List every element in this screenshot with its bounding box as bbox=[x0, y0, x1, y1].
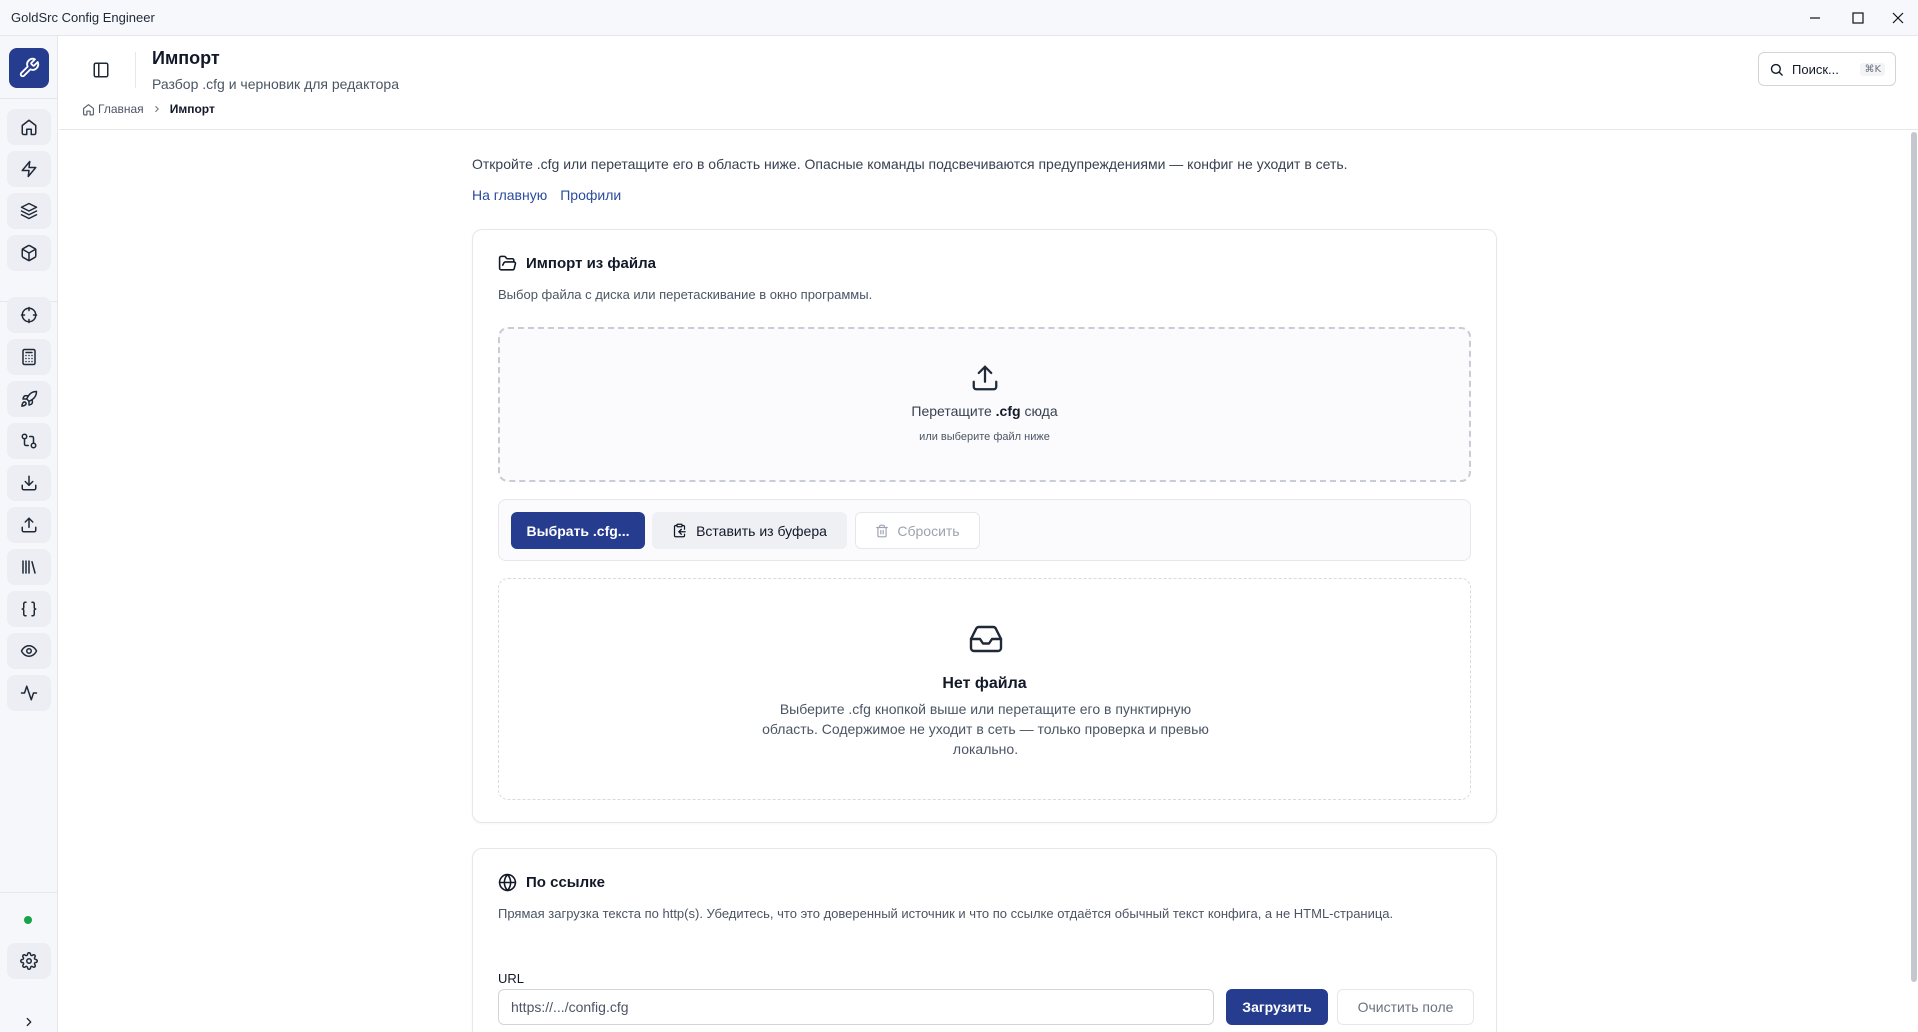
breadcrumb-current: Импорт bbox=[169, 102, 215, 116]
load-url-button[interactable]: Загрузить bbox=[1226, 989, 1328, 1025]
url-import-heading: По ссылке bbox=[498, 873, 605, 892]
dropzone-extension: .cfg bbox=[995, 403, 1021, 419]
quick-links: На главную Профили bbox=[472, 187, 621, 203]
search-icon bbox=[1770, 63, 1783, 76]
reset-button[interactable]: Сбросить bbox=[855, 512, 980, 549]
url-import-description: Прямая загрузка текста по http(s). Убеди… bbox=[498, 906, 1394, 921]
sidebar-item-activity[interactable] bbox=[7, 675, 51, 711]
sidebar-item-calculator[interactable] bbox=[7, 339, 51, 375]
clear-field-button[interactable]: Очистить поле bbox=[1337, 989, 1474, 1025]
inbox-icon bbox=[969, 625, 1003, 653]
sidebar-item-settings[interactable] bbox=[7, 943, 51, 979]
activity-icon bbox=[20, 685, 38, 701]
sidebar-item-export[interactable] bbox=[7, 507, 51, 543]
home-icon bbox=[83, 103, 94, 115]
clipboard-paste-icon bbox=[673, 523, 686, 538]
download-icon bbox=[21, 475, 37, 491]
eye-icon bbox=[20, 645, 38, 657]
empty-state-description: Выберите .cfg кнопкой выше или перетащит… bbox=[762, 701, 1209, 757]
minimize-button[interactable] bbox=[1795, 0, 1835, 36]
scrollbar-thumb[interactable] bbox=[1911, 132, 1917, 982]
sidebar-item-layers[interactable] bbox=[7, 193, 51, 229]
bolt-icon bbox=[21, 160, 37, 178]
wrench-icon bbox=[19, 57, 40, 78]
close-button[interactable] bbox=[1878, 0, 1918, 36]
upload-icon bbox=[21, 517, 37, 533]
globe-icon bbox=[498, 873, 517, 892]
sidebar-item-packages[interactable] bbox=[7, 235, 51, 271]
sidebar-item-quick-actions[interactable] bbox=[7, 151, 51, 187]
sidebar-item-crosshair[interactable] bbox=[7, 297, 51, 333]
breadcrumb-separator bbox=[152, 104, 162, 114]
sidebar-expand-button[interactable] bbox=[7, 1004, 51, 1032]
reset-label: Сбросить bbox=[897, 522, 960, 539]
panel-left-icon bbox=[93, 62, 109, 78]
app-logo[interactable] bbox=[9, 48, 49, 88]
crosshair-icon bbox=[20, 306, 38, 324]
layers-icon bbox=[20, 202, 38, 220]
file-import-card: Импорт из файла Выбор файла с диска или … bbox=[472, 229, 1497, 823]
file-import-heading: Импорт из файла bbox=[498, 254, 656, 273]
package-icon bbox=[21, 244, 37, 262]
git-compare-icon bbox=[21, 433, 37, 449]
sidebar-item-compare[interactable] bbox=[7, 423, 51, 459]
choose-cfg-button[interactable]: Выбрать .cfg... bbox=[511, 512, 645, 549]
dropzone-title: Перетащите .cfg сюда bbox=[911, 403, 1058, 419]
window-controls bbox=[1795, 0, 1918, 36]
dropzone-hint: или выберите файл ниже bbox=[919, 431, 1050, 443]
library-icon bbox=[22, 560, 36, 574]
folder-open-icon bbox=[498, 255, 517, 271]
page-header: Импорт Разбор .cfg и черновик для редакт… bbox=[59, 36, 1918, 130]
home-icon bbox=[21, 119, 37, 136]
cfg-dropzone[interactable]: Перетащите .cfg сюда или выберите файл н… bbox=[498, 327, 1471, 482]
sidebar-item-preview[interactable] bbox=[7, 633, 51, 669]
link-home[interactable]: На главную bbox=[472, 187, 547, 203]
intro-text: Откройте .cfg или перетащите его в облас… bbox=[472, 156, 1348, 172]
empty-state: Нет файла Выберите .cfg кнопкой выше или… bbox=[498, 578, 1471, 800]
search-shortcut: ⌘K bbox=[1860, 62, 1885, 76]
page-title: Импорт bbox=[152, 48, 220, 68]
breadcrumb: Главная Импорт bbox=[82, 102, 215, 116]
rocket-icon bbox=[21, 390, 38, 407]
chevron-right-icon bbox=[26, 1017, 32, 1027]
toggle-sidebar-button[interactable] bbox=[87, 56, 115, 84]
search-label: Поиск... bbox=[1792, 61, 1839, 77]
url-label: URL bbox=[498, 971, 525, 986]
url-input[interactable] bbox=[498, 989, 1214, 1025]
breadcrumb-home[interactable]: Главная bbox=[98, 102, 144, 116]
sidebar-item-code[interactable] bbox=[7, 591, 51, 627]
paste-clipboard-button[interactable]: Вставить из буфера bbox=[652, 512, 847, 549]
gear-icon bbox=[20, 952, 38, 970]
sidebar bbox=[0, 36, 58, 1032]
page-subtitle: Разбор .cfg и черновик для редактора bbox=[152, 76, 399, 92]
sidebar-divider bbox=[0, 892, 58, 893]
url-import-title: По ссылке bbox=[526, 874, 605, 891]
status-indicator bbox=[24, 916, 32, 924]
calculator-icon bbox=[22, 348, 36, 366]
sidebar-item-home[interactable] bbox=[7, 109, 51, 145]
minimize-icon bbox=[1810, 17, 1820, 19]
trash-icon bbox=[876, 524, 889, 537]
url-import-card: По ссылке Прямая загрузка текста по http… bbox=[472, 848, 1497, 1032]
sidebar-item-library[interactable] bbox=[7, 549, 51, 585]
close-icon bbox=[1892, 12, 1904, 24]
sidebar-item-import[interactable] bbox=[7, 465, 51, 501]
upload-icon bbox=[972, 365, 998, 391]
maximize-button[interactable] bbox=[1838, 0, 1878, 36]
header-divider bbox=[135, 52, 136, 88]
chevron-right-icon bbox=[154, 105, 159, 113]
paste-clipboard-label: Вставить из буфера bbox=[696, 522, 827, 539]
window-titlebar: GoldSrc Config Engineer bbox=[0, 0, 1918, 36]
sidebar-divider bbox=[0, 98, 58, 99]
empty-state-title: Нет файла bbox=[942, 675, 1027, 692]
link-profiles[interactable]: Профили bbox=[560, 187, 621, 203]
file-import-description: Выбор файла с диска или перетаскивание в… bbox=[498, 287, 873, 302]
window-title: GoldSrc Config Engineer bbox=[11, 10, 155, 25]
file-actions-toolbar: Выбрать .cfg... Вставить из буфера Сброс… bbox=[498, 499, 1471, 561]
maximize-icon bbox=[1852, 12, 1864, 24]
file-import-title: Импорт из файла bbox=[526, 255, 656, 272]
braces-icon bbox=[21, 601, 37, 617]
sidebar-item-launch[interactable] bbox=[7, 381, 51, 417]
search-button[interactable]: Поиск... ⌘K bbox=[1758, 52, 1896, 86]
